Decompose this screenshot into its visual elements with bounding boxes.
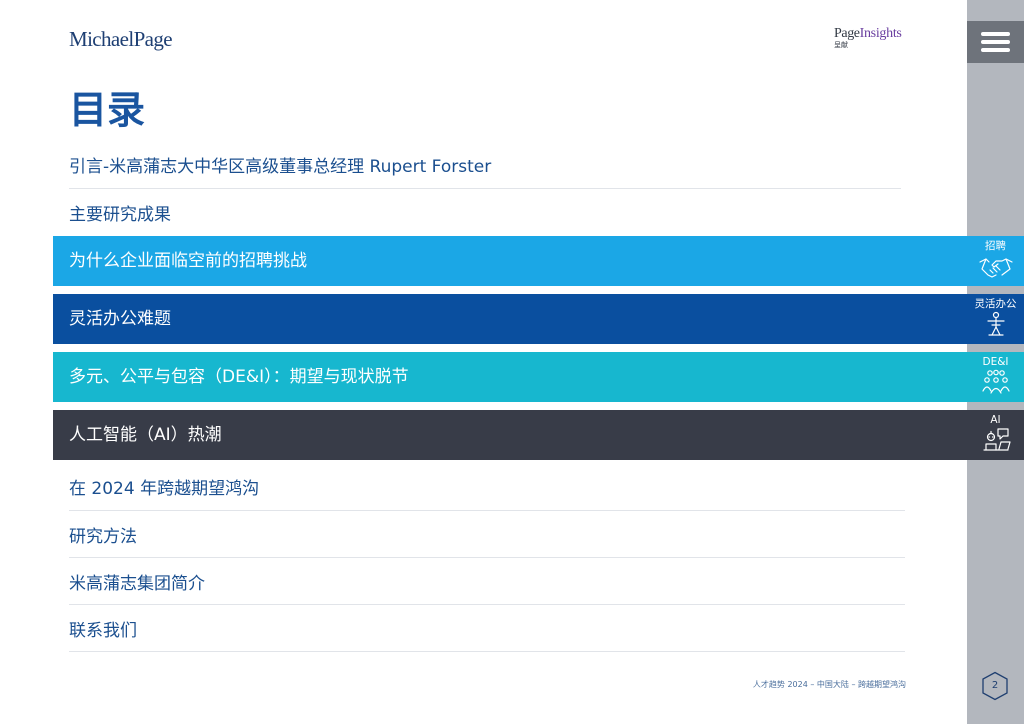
- handshake-icon: [978, 258, 1013, 278]
- hamburger-menu-icon: [981, 48, 1010, 52]
- page-insights-logo-sub: 呈献: [834, 41, 848, 49]
- toc-link-key-findings[interactable]: 主要研究成果: [69, 204, 171, 226]
- menu-button[interactable]: [967, 21, 1024, 63]
- sidebar-tab-label: DE&I: [982, 356, 1009, 368]
- hamburger-menu-icon: [981, 40, 1010, 44]
- divider: [69, 604, 905, 605]
- toc-link-contact[interactable]: 联系我们: [69, 620, 137, 642]
- page-title: 目录: [69, 88, 146, 132]
- sidebar-tab-dei[interactable]: DE&I: [967, 352, 1024, 402]
- sidebar-tab-label: 招聘: [985, 240, 1006, 252]
- sidebar-tab-label: AI: [990, 414, 1001, 426]
- toc-band-dei[interactable]: 多元、公平与包容（DE&I）：期望与现状脱节: [53, 352, 967, 402]
- robot-chat-icon: [982, 428, 1011, 451]
- toc-link-intro[interactable]: 引言-米高蒲志大中华区高级董事总经理 Rupert Forster: [69, 156, 491, 178]
- toc-link-bridge-gap[interactable]: 在 2024 年跨越期望鸿沟: [69, 478, 259, 500]
- page-number: 2: [991, 680, 999, 691]
- footer-text: 人才趋势 2024 – 中国大陆 – 跨越期望鸿沟: [752, 680, 906, 689]
- page-insights-logo-accent: Insights: [859, 26, 902, 41]
- divider: [69, 557, 905, 558]
- toc-link-methodology[interactable]: 研究方法: [69, 526, 137, 548]
- sidebar-tab-ai[interactable]: AI: [967, 410, 1024, 460]
- divider: [69, 510, 905, 511]
- toc-band-recruiting[interactable]: 为什么企业面临空前的招聘挑战: [53, 236, 967, 286]
- group-icon: [981, 369, 1010, 394]
- divider: [69, 188, 901, 189]
- toc-link-about[interactable]: 米高蒲志集团简介: [69, 573, 205, 595]
- person-figure-icon: [986, 311, 1005, 336]
- sidebar-tab-flexible-work[interactable]: 灵活办公: [967, 294, 1024, 344]
- toc-band-ai[interactable]: 人工智能（AI）热潮: [53, 410, 967, 460]
- sidebar-tab-recruiting[interactable]: 招聘: [967, 236, 1024, 286]
- divider: [69, 651, 905, 652]
- toc-band-flexible-work[interactable]: 灵活办公难题: [53, 294, 967, 344]
- sidebar: 招聘 灵活办公 DE&I AI 2: [967, 0, 1024, 724]
- page-number-badge: 2: [981, 671, 1009, 701]
- hamburger-menu-icon: [981, 32, 1010, 36]
- sidebar-tab-label: 灵活办公: [974, 298, 1017, 310]
- page-insights-logo: PageInsights 呈献: [834, 26, 902, 50]
- page-insights-logo-main: Page: [834, 26, 860, 41]
- michael-page-logo[interactable]: MichaelPage: [69, 27, 173, 52]
